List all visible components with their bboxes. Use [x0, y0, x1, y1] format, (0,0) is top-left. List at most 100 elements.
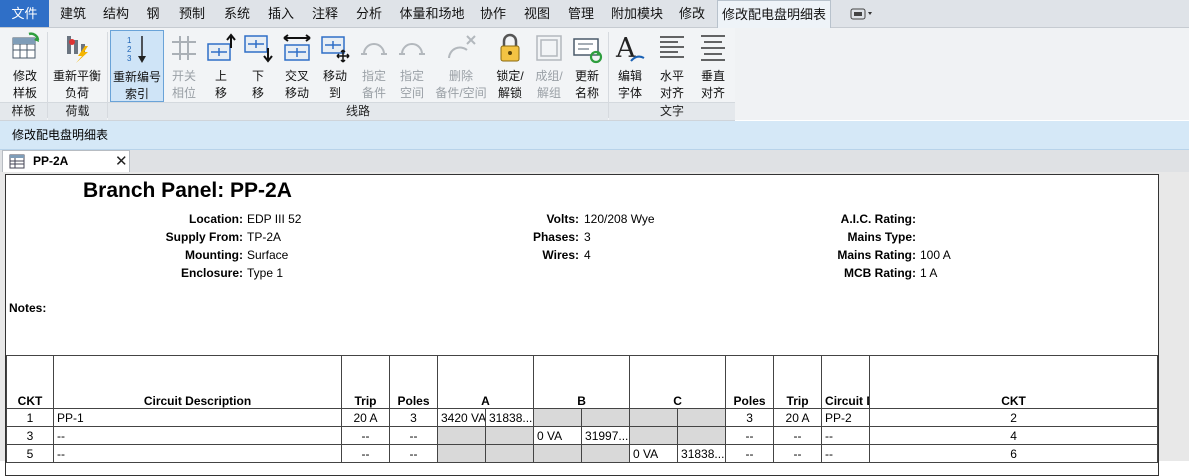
trip-cell[interactable]: --	[342, 427, 390, 445]
phase-a-load-cell[interactable]	[438, 427, 486, 445]
modify-template-button[interactable]: 修改 样板	[4, 30, 46, 102]
move-across-button[interactable]: 交叉 移动	[278, 30, 316, 102]
rebalance-load-button[interactable]: 重新平衡 负荷	[50, 30, 104, 102]
align-vertical-button[interactable]: 垂直 对齐	[692, 30, 734, 102]
circuit-table: CKT Circuit Description Trip Poles A B C…	[6, 355, 1189, 463]
mains-rating-value: 100 A	[920, 248, 951, 262]
trip-cell[interactable]: 20 A	[774, 409, 822, 427]
move-to-button[interactable]: 移动 到	[316, 30, 354, 102]
phase-c-load-cell[interactable]	[630, 427, 678, 445]
trip-cell[interactable]: --	[774, 427, 822, 445]
description-cell[interactable]: --	[822, 445, 870, 463]
phase-a-load-cell[interactable]: 3420 VA	[438, 409, 486, 427]
ckt-cell[interactable]: 3	[7, 427, 54, 445]
toggle-phase-button[interactable]: 开关 相位	[166, 30, 202, 102]
update-names-button[interactable]: 更新 名称	[568, 30, 606, 102]
lock-icon	[494, 32, 526, 64]
update-names-label: 更新 名称	[568, 68, 606, 102]
ribbon: 修改 样板 重新平衡 负荷 1 2 3 重新编号 索引 开关 相位	[0, 28, 735, 121]
enclosure-value: Type 1	[247, 266, 283, 280]
edit-font-button[interactable]: A 编辑 字体	[611, 30, 649, 102]
header-trip-right: Trip	[774, 356, 822, 409]
poles-cell[interactable]: 3	[726, 409, 774, 427]
menu-precast[interactable]: 预制	[172, 0, 212, 27]
close-icon[interactable]: ✕	[115, 151, 128, 172]
phase-a-load-cell[interactable]: 31838...	[486, 409, 534, 427]
edit-font-icon: A	[614, 32, 646, 64]
quick-access-dropdown-icon[interactable]	[850, 8, 874, 20]
menu-file[interactable]: 文件	[0, 0, 49, 27]
description-cell[interactable]: PP-2	[822, 409, 870, 427]
group-ungroup-button[interactable]: 成组/ 解组	[530, 30, 568, 102]
assign-space-icon	[396, 32, 428, 64]
phase-b-load-cell[interactable]	[582, 409, 630, 427]
description-cell[interactable]: --	[54, 445, 342, 463]
move-down-button[interactable]: 下 移	[240, 30, 276, 102]
menu-manage[interactable]: 管理	[562, 0, 600, 27]
poles-cell[interactable]: --	[726, 445, 774, 463]
phase-c-load-cell[interactable]	[678, 427, 726, 445]
phase-c-load-cell[interactable]: 0 VA	[630, 445, 678, 463]
phase-c-load-cell[interactable]	[630, 409, 678, 427]
menu-systems[interactable]: 系统	[218, 0, 256, 27]
phase-a-load-cell[interactable]	[486, 445, 534, 463]
ckt-cell[interactable]: 5	[7, 445, 54, 463]
description-cell[interactable]: PP-1	[54, 409, 342, 427]
menu-massing-site[interactable]: 体量和场地	[396, 0, 468, 27]
ckt-cell[interactable]: 2	[870, 409, 1158, 427]
ckt-cell[interactable]: 4	[870, 427, 1158, 445]
description-cell[interactable]: --	[54, 427, 342, 445]
phase-b-load-cell[interactable]: 31997...	[582, 427, 630, 445]
phase-b-load-cell[interactable]: 0 VA	[534, 427, 582, 445]
menu-view[interactable]: 视图	[518, 0, 556, 27]
phase-c-load-cell[interactable]	[678, 409, 726, 427]
assign-space-label: 指定 空间	[393, 68, 431, 102]
assign-spare-button[interactable]: 指定 备件	[355, 30, 393, 102]
mounting-value: Surface	[247, 248, 288, 262]
phase-a-load-cell[interactable]	[486, 427, 534, 445]
poles-cell[interactable]: 3	[390, 409, 438, 427]
table-row: 5 -- -- -- 0 VA 31838... -- -- -- 6	[7, 445, 1189, 463]
move-up-button[interactable]: 上 移	[203, 30, 239, 102]
menu-structure[interactable]: 结构	[98, 0, 134, 27]
poles-cell[interactable]: --	[726, 427, 774, 445]
poles-cell[interactable]: --	[390, 427, 438, 445]
phase-c-load-cell[interactable]: 31838...	[678, 445, 726, 463]
view-tab-pp-2a[interactable]: PP-2A ✕	[2, 150, 130, 172]
phase-b-load-cell[interactable]	[534, 445, 582, 463]
trip-cell[interactable]: --	[342, 445, 390, 463]
modify-template-icon	[9, 32, 41, 64]
phase-b-load-cell[interactable]	[582, 445, 630, 463]
context-bar: 修改配电盘明细表	[0, 121, 1189, 150]
move-to-icon	[319, 32, 351, 64]
ckt-cell[interactable]: 1	[7, 409, 54, 427]
menu-collaborate[interactable]: 协作	[474, 0, 512, 27]
mains-rating-label: Mains Rating:	[796, 248, 916, 262]
move-down-label: 下 移	[240, 68, 276, 102]
trip-cell[interactable]: --	[774, 445, 822, 463]
menu-insert[interactable]: 插入	[262, 0, 300, 27]
menu-modify[interactable]: 修改	[673, 0, 711, 27]
menu-architecture[interactable]: 建筑	[55, 0, 91, 27]
menu-addins[interactable]: 附加模块	[607, 0, 667, 27]
menu-analyze[interactable]: 分析	[350, 0, 388, 27]
trip-cell[interactable]: 20 A	[342, 409, 390, 427]
supply-from-label: Supply From:	[126, 230, 243, 244]
remove-spare-space-button[interactable]: 删除 备件/空间	[432, 30, 490, 102]
assign-space-button[interactable]: 指定 空间	[393, 30, 431, 102]
poles-cell[interactable]: --	[390, 445, 438, 463]
menu-steel[interactable]: 钢	[141, 0, 165, 27]
renumber-button[interactable]: 1 2 3 重新编号 索引	[110, 30, 164, 102]
group-ungroup-label: 成组/ 解组	[530, 68, 568, 102]
phase-b-load-cell[interactable]	[534, 409, 582, 427]
phase-a-load-cell[interactable]	[438, 445, 486, 463]
description-cell[interactable]: --	[822, 427, 870, 445]
menu-annotate[interactable]: 注释	[306, 0, 344, 27]
align-vertical-label: 垂直 对齐	[692, 68, 734, 102]
align-horizontal-button[interactable]: 水平 对齐	[652, 30, 692, 102]
lock-unlock-button[interactable]: 锁定/ 解锁	[490, 30, 530, 102]
ckt-cell[interactable]: 6	[870, 445, 1158, 463]
menu-modify-panel-schedule[interactable]: 修改配电盘明细表	[717, 0, 831, 28]
move-to-label: 移动 到	[316, 68, 354, 102]
mains-type-label: Mains Type:	[796, 230, 916, 244]
